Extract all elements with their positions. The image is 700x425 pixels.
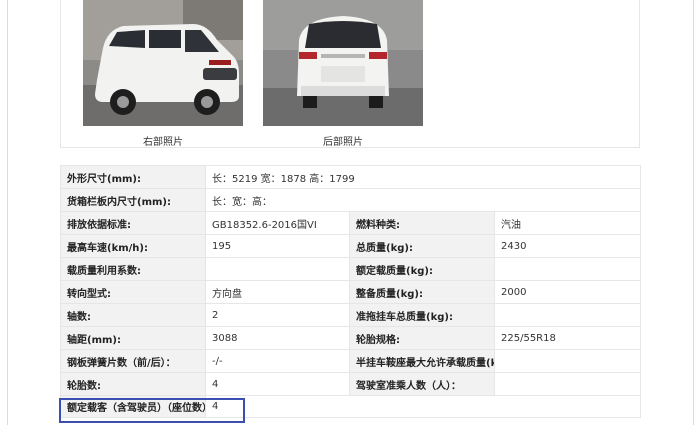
spec-value: 长：宽：高： <box>205 188 641 212</box>
spec-label: 驾驶室准乘人数（人）： <box>349 372 495 396</box>
spec-value: 4 <box>205 372 350 396</box>
right-frame-border <box>693 0 700 425</box>
table-row: 货箱栏板内尺寸(mm): 长：宽：高： <box>60 188 641 212</box>
table-row: 额定载客（含驾驶员）（座位数）： 4 <box>60 395 641 418</box>
spec-label: 轴距(mm): <box>60 326 206 350</box>
rear-photo[interactable] <box>263 0 423 126</box>
spec-label: 准拖挂车总质量(kg): <box>349 303 495 327</box>
left-frame-border <box>0 0 8 425</box>
table-row: 轴距(mm): 3088 轮胎规格: 225/55R18 <box>60 326 641 350</box>
spec-value: 2430 <box>494 234 641 258</box>
spec-label: 载质量利用系数: <box>60 257 206 281</box>
spec-label: 轮胎数: <box>60 372 206 396</box>
spec-value: 3088 <box>205 326 350 350</box>
table-row: 钢板弹簧片数（前/后）： -/- 半挂车鞍座最大允许承载质量(kg): <box>60 349 641 373</box>
spec-label: 钢板弹簧片数（前/后）： <box>60 349 206 373</box>
spec-label: 排放依据标准: <box>60 211 206 235</box>
spec-label: 整备质量(kg): <box>349 280 495 304</box>
spec-label: 货箱栏板内尺寸(mm): <box>60 188 206 212</box>
spec-label: 轴数: <box>60 303 206 327</box>
spec-label: 额定载客（含驾驶员）（座位数）： <box>60 395 206 418</box>
spec-label: 外形尺寸(mm): <box>60 165 206 189</box>
spec-value <box>494 372 641 396</box>
spec-value: 方向盘 <box>205 280 350 304</box>
table-row: 轴数: 2 准拖挂车总质量(kg): <box>60 303 641 327</box>
spec-value <box>494 349 641 373</box>
right-photo-caption: 右部照片 <box>143 137 183 148</box>
spec-value <box>494 303 641 327</box>
spec-value <box>494 257 641 281</box>
spec-value: GB18352.6-2016国VI <box>205 211 350 235</box>
spec-label: 最高车速(km/h): <box>60 234 206 258</box>
vehicle-spec-table: 外形尺寸(mm): 长：5219 宽：1878 高：1799 货箱栏板内尺寸(m… <box>60 165 641 418</box>
table-row: 外形尺寸(mm): 长：5219 宽：1878 高：1799 <box>60 165 641 189</box>
spec-value: 长：5219 宽：1878 高：1799 <box>205 165 641 189</box>
spec-value: 4 <box>205 395 641 418</box>
table-row: 转向型式: 方向盘 整备质量(kg): 2000 <box>60 280 641 304</box>
spec-value: 2000 <box>494 280 641 304</box>
spec-value <box>205 257 350 281</box>
spec-value: -/- <box>205 349 350 373</box>
spec-label: 半挂车鞍座最大允许承载质量(kg): <box>349 349 495 373</box>
spec-label: 总质量(kg): <box>349 234 495 258</box>
table-row: 载质量利用系数: 额定载质量(kg): <box>60 257 641 281</box>
spec-label: 轮胎规格: <box>349 326 495 350</box>
spec-label: 额定载质量(kg): <box>349 257 495 281</box>
spec-label: 燃料种类: <box>349 211 495 235</box>
spec-value: 225/55R18 <box>494 326 641 350</box>
rear-photo-caption: 后部照片 <box>323 137 363 148</box>
table-row: 轮胎数: 4 驾驶室准乘人数（人）： <box>60 372 641 396</box>
spec-value: 汽油 <box>494 211 641 235</box>
table-row: 最高车速(km/h): 195 总质量(kg): 2430 <box>60 234 641 258</box>
right-side-photo[interactable] <box>83 0 243 126</box>
table-row: 排放依据标准: GB18352.6-2016国VI 燃料种类: 汽油 <box>60 211 641 235</box>
spec-value: 195 <box>205 234 350 258</box>
spec-value: 2 <box>205 303 350 327</box>
spec-label: 转向型式: <box>60 280 206 304</box>
